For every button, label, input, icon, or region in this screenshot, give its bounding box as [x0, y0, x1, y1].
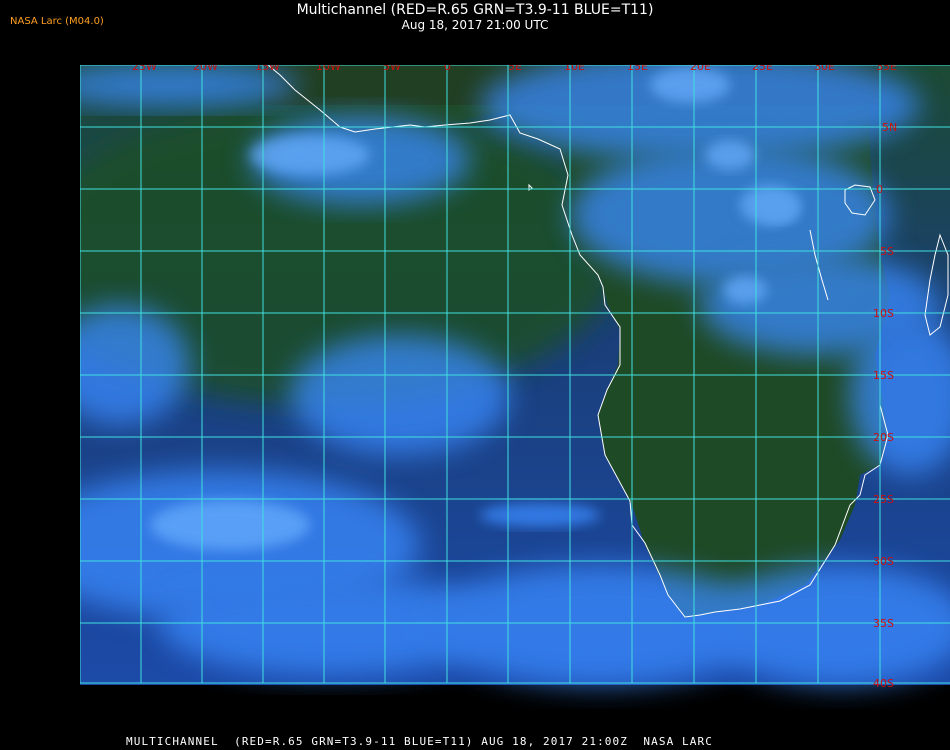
- lon-label: 25W: [132, 65, 157, 73]
- map-canvas: 25W 20W 15W 10W 5W 0 5E 10E 15E 20E 25E …: [80, 65, 950, 690]
- lon-label: 0: [444, 65, 451, 73]
- lat-label: 25S: [873, 493, 894, 506]
- page-subtitle: Aug 18, 2017 21:00 UTC: [401, 18, 549, 32]
- page-title: Multichannel (RED=R.65 GRN=T3.9-11 BLUE=…: [296, 2, 654, 18]
- lon-label: 15W: [255, 65, 280, 73]
- lat-label: 30S: [873, 555, 894, 568]
- lon-label: 10E: [564, 65, 585, 73]
- lat-label: 5S: [880, 245, 894, 258]
- lon-label: 35E: [876, 65, 897, 73]
- lat-label: 5N: [882, 121, 897, 134]
- lon-label: 5W: [383, 65, 401, 73]
- lon-label: 20E: [690, 65, 711, 73]
- lon-label: 20W: [193, 65, 218, 73]
- footer-caption: MULTICHANNEL (RED=R.65 GRN=T3.9-11 BLUE=…: [126, 735, 713, 748]
- lat-label: 0: [876, 183, 883, 196]
- lon-label: 10W: [316, 65, 341, 73]
- lon-label: 5E: [508, 65, 522, 73]
- lon-label: 30E: [814, 65, 835, 73]
- lat-label: 35S: [873, 617, 894, 630]
- lon-label: 15E: [627, 65, 648, 73]
- lat-label: 15S: [873, 369, 894, 382]
- lat-label: 20S: [873, 431, 894, 444]
- lat-label: 40S: [873, 677, 894, 690]
- lon-label: 25E: [752, 65, 773, 73]
- satellite-map[interactable]: 25W 20W 15W 10W 5W 0 5E 10E 15E 20E 25E …: [80, 65, 950, 727]
- lat-label: 10S: [873, 307, 894, 320]
- source-label: NASA Larc (M04.0): [10, 16, 104, 27]
